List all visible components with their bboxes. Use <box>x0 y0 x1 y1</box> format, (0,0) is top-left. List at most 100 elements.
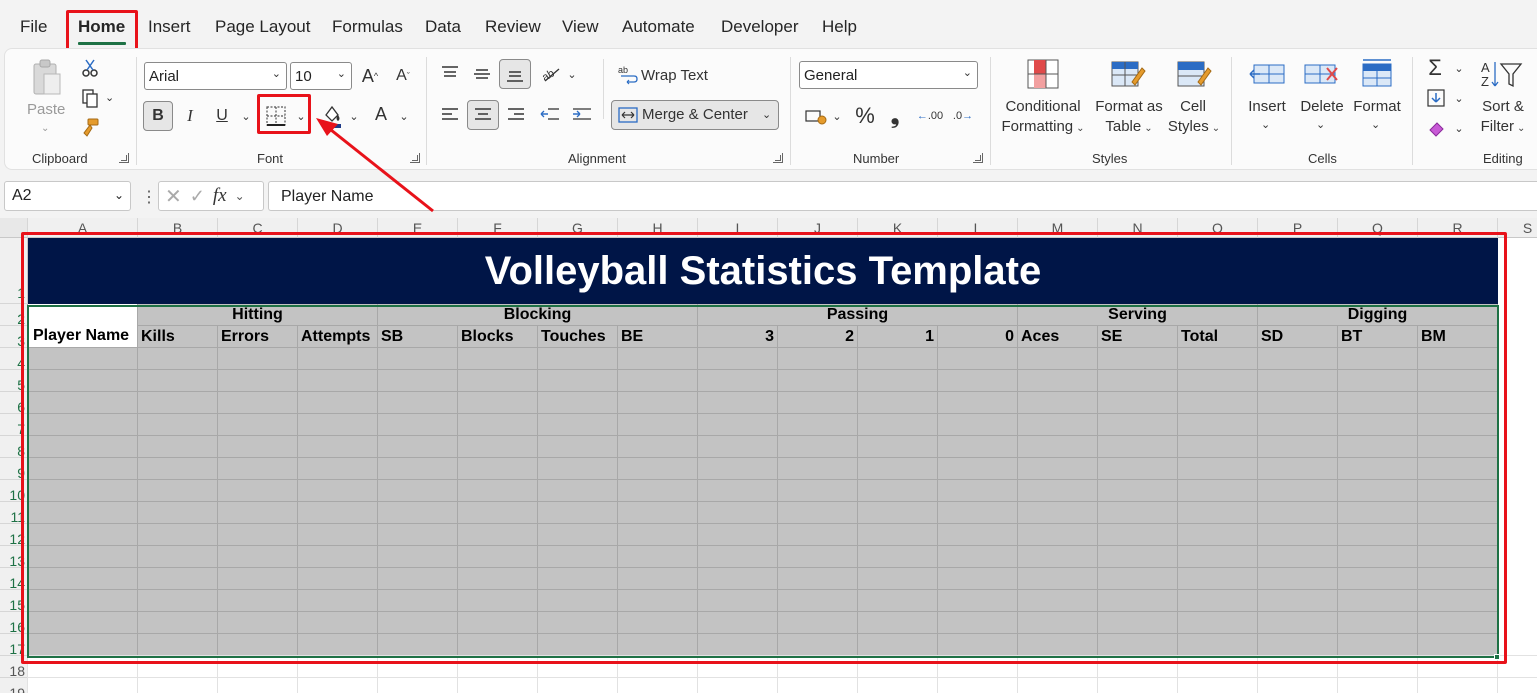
wrap-text-button[interactable]: Wrap Text <box>641 66 708 86</box>
delete-cells-label[interactable]: Delete <box>1298 97 1346 117</box>
tab-review[interactable]: Review <box>485 17 541 37</box>
clipboard-launcher-icon[interactable] <box>119 153 129 163</box>
cell-styles-icon[interactable] <box>1175 57 1213 91</box>
cell-styles-label-2[interactable]: Styles ⌄ <box>1163 117 1225 139</box>
middle-align-icon[interactable] <box>469 63 495 85</box>
chevron-down-icon: ⌄ <box>1076 123 1085 134</box>
fill-color-chevron-icon[interactable]: ⌄ <box>347 101 361 131</box>
format-cells-label[interactable]: Format <box>1349 97 1405 117</box>
ribbon: Paste ⌄ ⌄ Clipboard Arial ⌄ 10 ⌄ A ^ Aˇ B I… <box>4 48 1537 170</box>
decrease-indent-icon[interactable] <box>537 104 563 126</box>
number-format-select[interactable]: General ⌄ <box>799 61 978 89</box>
font-size-select[interactable]: 10 ⌄ <box>290 62 352 90</box>
font-color-chevron-icon[interactable]: ⌄ <box>397 101 411 131</box>
font-name-select[interactable]: Arial ⌄ <box>144 62 287 90</box>
paste-icon[interactable] <box>27 57 67 99</box>
align-center-icon[interactable] <box>467 100 499 130</box>
decrease-decimal-button[interactable]: .0 → <box>950 101 976 131</box>
bold-button[interactable]: B <box>143 101 173 131</box>
clear-chevron-icon[interactable]: ⌄ <box>1453 117 1465 139</box>
row-header-19[interactable]: 19 <box>0 678 28 693</box>
sort-filter-label-2[interactable]: Filter ⌄ <box>1473 117 1533 139</box>
tab-help[interactable]: Help <box>822 17 857 37</box>
tab-file[interactable]: File <box>20 17 47 37</box>
fill-chevron-icon[interactable]: ⌄ <box>1453 87 1465 109</box>
formula-actions: ✕ ✓ fx ⌄ <box>158 181 264 211</box>
format-as-table-icon[interactable] <box>1109 57 1147 91</box>
paste-label[interactable]: Paste <box>27 100 65 120</box>
accounting-chevron-icon[interactable]: ⌄ <box>831 101 843 131</box>
grid-line <box>28 677 1537 678</box>
wrap-text-icon[interactable]: ab <box>617 63 639 87</box>
name-box[interactable]: A2 ⌄ <box>4 181 131 211</box>
clear-icon[interactable] <box>1425 117 1447 139</box>
insert-function-button[interactable]: fx <box>213 185 227 207</box>
format-cells-icon[interactable] <box>1357 57 1397 91</box>
svg-text:Z: Z <box>1481 74 1489 89</box>
cell-styles-label-1[interactable]: Cell <box>1171 97 1215 117</box>
font-color-button[interactable]: A <box>369 99 393 129</box>
tab-data[interactable]: Data <box>425 17 461 37</box>
formula-input[interactable]: Player Name <box>268 181 1537 211</box>
decrease-font-size-icon[interactable]: Aˇ <box>391 62 415 90</box>
underline-button[interactable]: U <box>209 101 235 131</box>
enter-icon[interactable]: ✓ <box>190 186 205 207</box>
insert-cells-label[interactable]: Insert <box>1245 97 1289 117</box>
increase-decimal-button[interactable]: ← .00 <box>917 101 943 131</box>
accounting-format-icon[interactable] <box>803 105 829 127</box>
format-painter-icon[interactable] <box>79 117 101 139</box>
sort-filter-label-1[interactable]: Sort & <box>1477 97 1529 117</box>
conditional-formatting-label-2[interactable]: Formatting ⌄ <box>997 117 1089 139</box>
delete-cells-icon[interactable] <box>1302 57 1342 91</box>
group-separator <box>426 57 427 165</box>
autosum-icon[interactable]: Σ <box>1423 55 1447 81</box>
chevron-down-icon: ⌄ <box>1516 123 1526 134</box>
conditional-formatting-label-1[interactable]: Conditional <box>1001 97 1085 117</box>
paste-chevron-icon[interactable]: ⌄ <box>41 119 49 139</box>
bottom-align-icon[interactable] <box>499 59 531 89</box>
font-launcher-icon[interactable] <box>410 153 420 163</box>
tab-insert[interactable]: Insert <box>148 17 191 37</box>
align-left-icon[interactable] <box>437 104 463 126</box>
align-right-icon[interactable] <box>503 104 529 126</box>
tab-view[interactable]: View <box>562 17 599 37</box>
format-as-table-label-2[interactable]: Table ⌄ <box>1091 117 1167 139</box>
number-launcher-icon[interactable] <box>973 153 983 163</box>
cancel-icon[interactable]: ✕ <box>165 184 182 209</box>
alignment-group-label: Alignment <box>568 151 626 166</box>
delete-chevron-icon[interactable]: ⌄ <box>1316 115 1325 135</box>
tab-formulas[interactable]: Formulas <box>332 17 403 37</box>
insert-cells-icon[interactable] <box>1247 57 1287 91</box>
conditional-formatting-icon[interactable] <box>1025 57 1061 91</box>
underline-chevron-icon[interactable]: ⌄ <box>239 101 253 131</box>
insert-chevron-icon[interactable]: ⌄ <box>1261 115 1270 135</box>
format-as-table-label-1[interactable]: Format as <box>1091 97 1167 117</box>
fill-color-icon[interactable] <box>319 102 345 130</box>
increase-font-size-icon[interactable]: A ^ <box>358 62 382 90</box>
orientation-icon[interactable]: ab <box>537 61 563 85</box>
copy-icon[interactable] <box>79 87 101 109</box>
chevron-down-icon: ⌄ <box>113 188 124 202</box>
format-chevron-icon[interactable]: ⌄ <box>1371 115 1380 135</box>
alignment-launcher-icon[interactable] <box>773 153 783 163</box>
tab-developer[interactable]: Developer <box>721 17 799 37</box>
more-options-icon[interactable]: ⋮ <box>141 187 157 207</box>
fill-icon[interactable] <box>1425 87 1447 109</box>
tab-page-layout[interactable]: Page Layout <box>215 17 310 37</box>
italic-button[interactable]: I <box>177 101 203 131</box>
top-align-icon[interactable] <box>437 63 463 85</box>
merge-center-button[interactable]: Merge & Center ⌄ <box>611 100 779 130</box>
sort-filter-icon[interactable]: AZ <box>1479 57 1523 91</box>
orientation-chevron-icon[interactable]: ⌄ <box>565 63 579 85</box>
increase-decimal-label: .00 <box>927 110 944 122</box>
tab-automate[interactable]: Automate <box>622 17 695 37</box>
cut-icon[interactable] <box>79 57 101 79</box>
copy-chevron-icon[interactable]: ⌄ <box>105 88 114 108</box>
spreadsheet-grid[interactable]: ABCDEFGHIJKLMNOPQRS 1 2 3 4 5 6 7 8 9 10 11 12 13 14 1… <box>0 218 1537 693</box>
increase-indent-icon[interactable] <box>569 104 595 126</box>
comma-style-button[interactable]: ❟ <box>885 101 905 131</box>
menu-bar: File Home Insert Page Layout Formulas Da… <box>0 0 1537 57</box>
chevron-down-icon[interactable]: ⌄ <box>235 189 245 203</box>
percent-button[interactable]: % <box>853 101 877 131</box>
autosum-chevron-icon[interactable]: ⌄ <box>1453 57 1465 79</box>
